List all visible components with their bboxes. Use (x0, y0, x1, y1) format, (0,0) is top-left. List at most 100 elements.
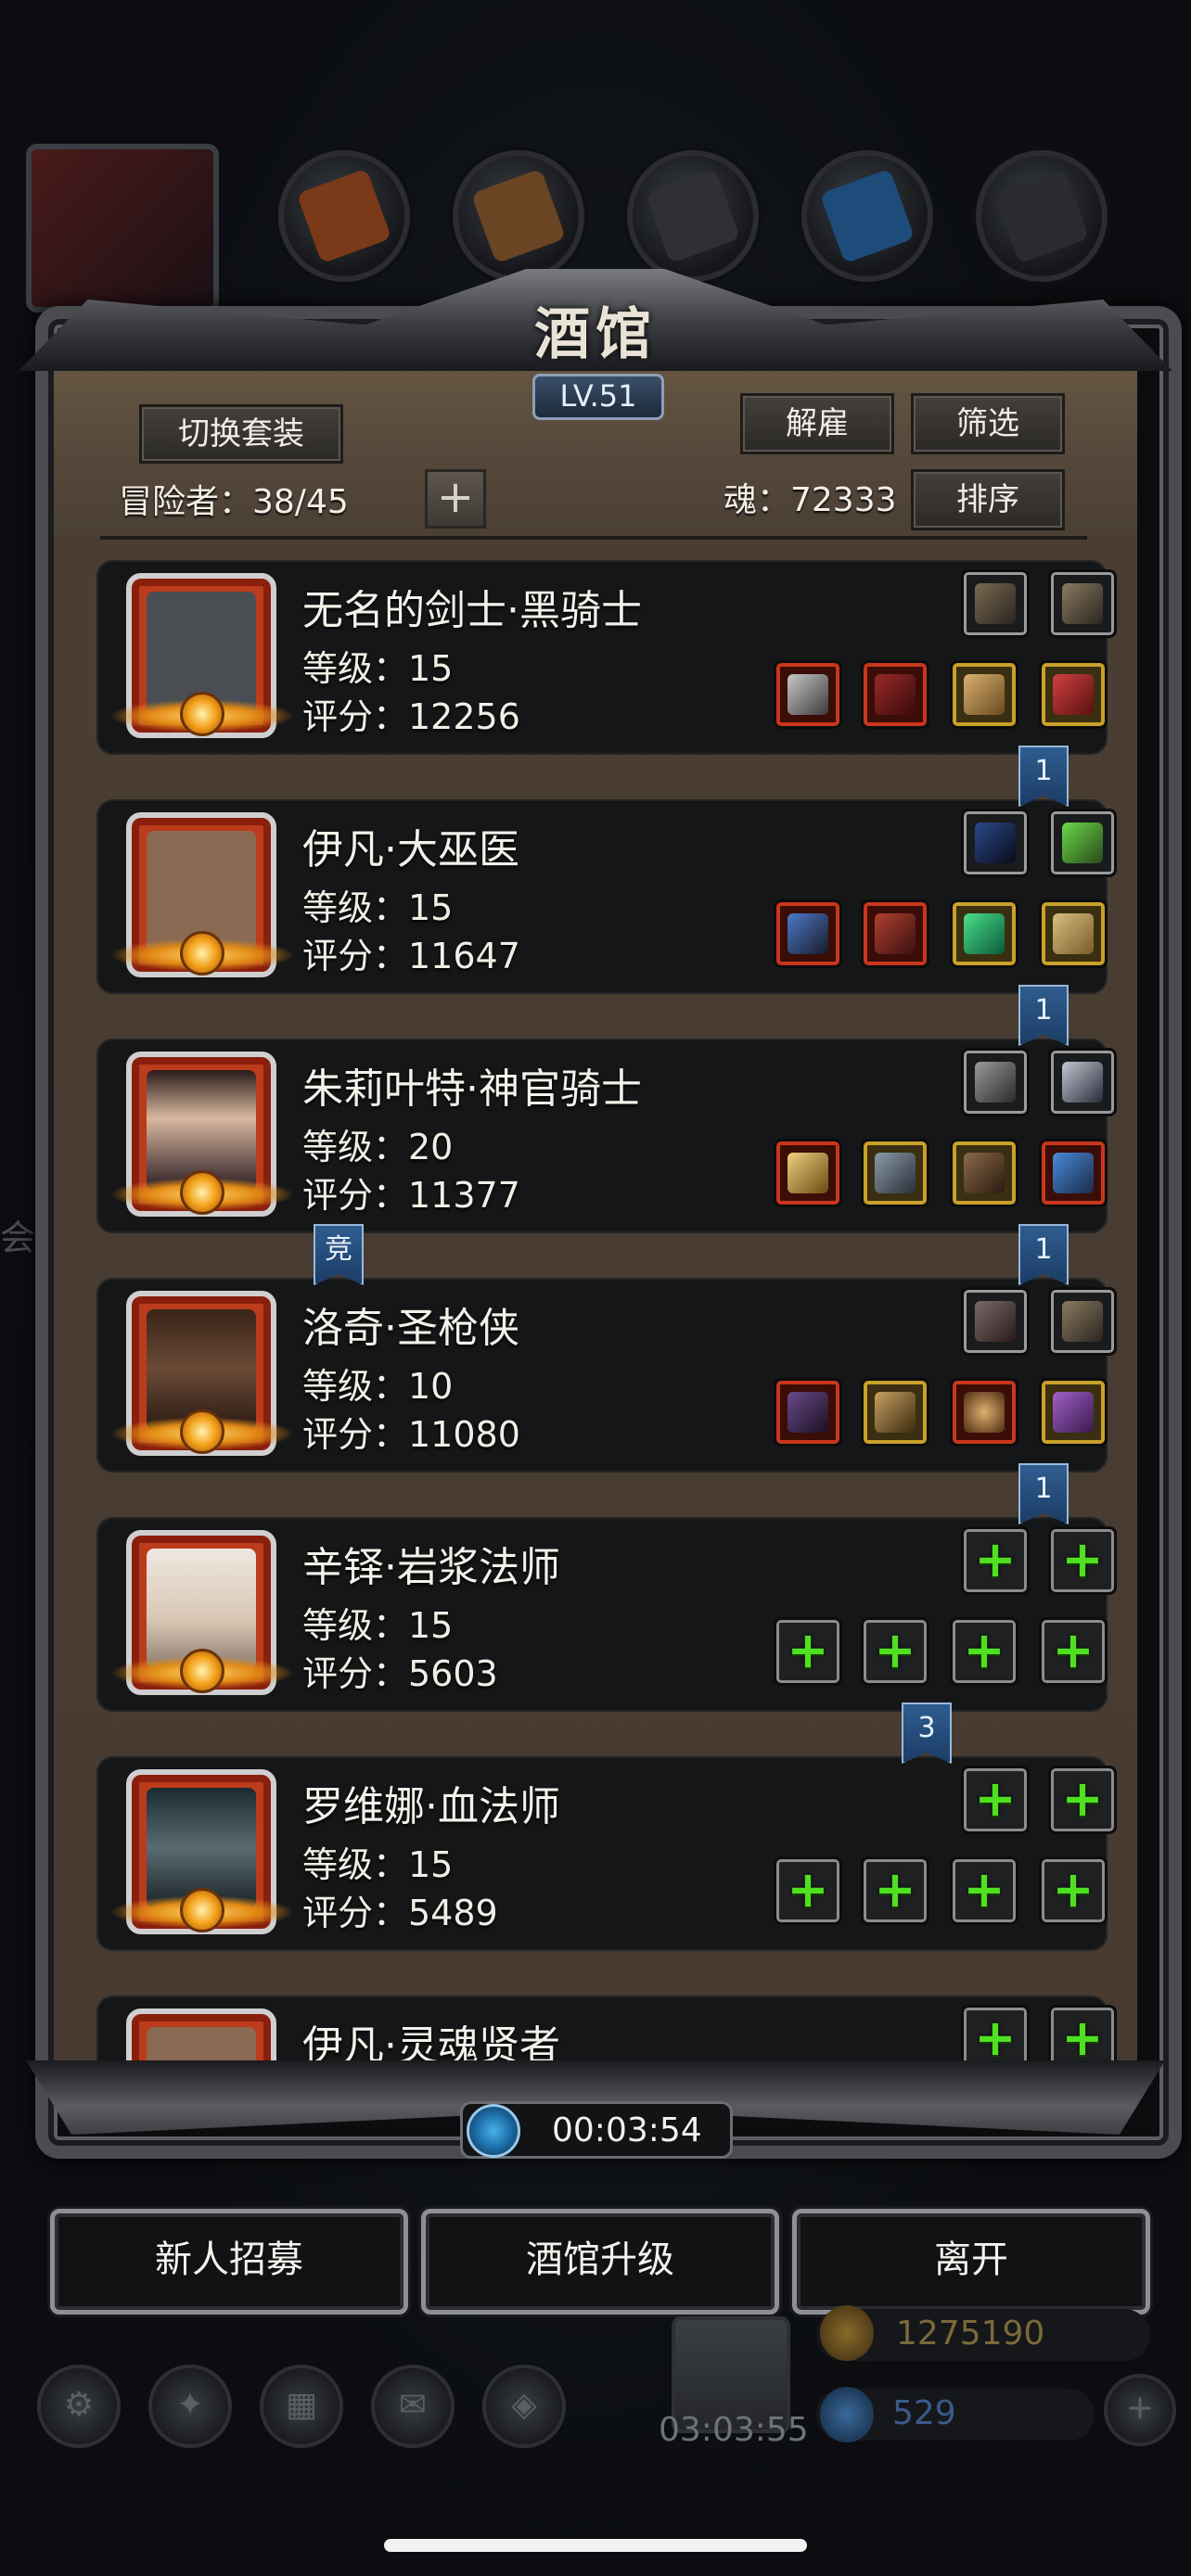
robe-icon[interactable] (861, 899, 929, 968)
hero-level: 等级：15 (302, 1844, 454, 1885)
helmet-icon[interactable] (950, 1139, 1018, 1207)
mask-icon[interactable] (961, 1048, 1030, 1116)
empty-accessory-slot[interactable]: + (1048, 1526, 1117, 1595)
gem-icon (820, 2387, 874, 2442)
rifle-icon[interactable] (774, 1378, 842, 1447)
rank-flag: 1 (1018, 1224, 1069, 1285)
resource-slot-2[interactable] (453, 150, 584, 282)
empty-weapon-slot[interactable]: + (774, 1856, 842, 1925)
empty-gem-slot[interactable]: + (950, 1856, 1018, 1925)
ring-icon[interactable] (1039, 1378, 1108, 1447)
rank-gem-icon (180, 1649, 224, 1693)
crossbow-icon[interactable] (1048, 569, 1117, 638)
settings-icon[interactable]: ⚙ (37, 2365, 121, 2448)
hero-level: 等级：10 (302, 1366, 454, 1407)
hero-card[interactable]: 辛铎·岩浆法师 等级：15 评分：5603 + + + + + + (96, 1517, 1117, 1712)
hero-score: 评分：11377 (302, 1175, 520, 1216)
recruit-button[interactable]: 新人招募 (50, 2209, 408, 2315)
plus-icon: + (1061, 1530, 1104, 1588)
resource-slot-5[interactable] (976, 150, 1108, 282)
empty-armor-slot[interactable]: + (861, 1856, 929, 1925)
plus-icon: + (787, 1621, 829, 1679)
adventurer-count: 冒险者：38/45 (119, 483, 349, 521)
hero-card[interactable]: 罗维娜·血法师 等级：15 评分：5489 + + + + + + (96, 1756, 1117, 1951)
home-indicator[interactable] (384, 2539, 807, 2552)
switch-set-button[interactable]: 切换套装 (139, 404, 343, 464)
hero-name: 伊凡·大巫医 (302, 826, 519, 874)
empty-gem-slot[interactable]: + (1039, 1617, 1108, 1686)
hero-level: 等级：15 (302, 887, 454, 928)
plus-icon: + (963, 1621, 1005, 1679)
empty-weapon-slot[interactable]: + (774, 1617, 842, 1686)
badge-icon[interactable]: ✦ (148, 2365, 232, 2448)
holy-symbol-icon[interactable] (1048, 1048, 1117, 1116)
plus-icon: + (974, 1769, 1017, 1828)
soul-count: 魂：72333 (724, 481, 897, 519)
staff-icon[interactable] (774, 899, 842, 968)
leave-button[interactable]: 离开 (792, 2209, 1150, 2315)
mail-icon[interactable]: ✉ (371, 2365, 455, 2448)
hero-card[interactable]: 洛奇·圣枪侠 等级：10 评分：11080 (96, 1278, 1117, 1473)
orb-icon[interactable] (950, 1378, 1018, 1447)
add-currency-button[interactable]: + (1104, 2374, 1176, 2446)
hero-card[interactable]: 朱莉叶特·神官骑士 等级：20 评分：11377 (96, 1039, 1117, 1233)
hero-score: 评分：12256 (302, 696, 520, 737)
empty-gem-slot[interactable]: + (1039, 1856, 1108, 1925)
resource-slot-3[interactable] (627, 150, 759, 282)
timer-text: 00:03:54 (552, 2111, 702, 2149)
shop-icon[interactable]: ▦ (260, 2365, 343, 2448)
plus-icon: + (874, 1860, 916, 1919)
chest-icon[interactable]: ◈ (482, 2365, 566, 2448)
whip-icon[interactable] (961, 809, 1030, 877)
plus-icon: + (787, 1860, 829, 1919)
empty-accessory-slot[interactable]: + (961, 1526, 1030, 1595)
rank-flag: 3 (902, 1702, 952, 1764)
warhammer-icon[interactable] (774, 1139, 842, 1207)
amulet-icon[interactable] (1039, 660, 1108, 729)
empty-accessory-slot[interactable]: + (1048, 1766, 1117, 1834)
hero-score: 评分：11080 (302, 1414, 520, 1455)
hero-level: 等级：15 (302, 648, 454, 689)
hero-level: 等级：15 (302, 1605, 454, 1646)
empty-accessory-slot[interactable]: + (961, 1766, 1030, 1834)
clock-icon (467, 2104, 520, 2158)
hero-card[interactable]: 伊凡·大巫医 等级：15 评分：11647 (96, 799, 1117, 994)
tome-icon[interactable] (950, 660, 1018, 729)
gift-timer: 03:03:55 (659, 2411, 809, 2449)
plus-icon: + (874, 1621, 916, 1679)
hero-score: 评分：5603 (302, 1653, 498, 1694)
emerald-icon[interactable] (950, 899, 1018, 968)
gauntlet-icon[interactable] (1039, 1139, 1108, 1207)
feather-icon[interactable] (961, 1287, 1030, 1356)
armor-icon[interactable] (861, 1139, 929, 1207)
add-capacity-button[interactable]: + (425, 469, 486, 529)
crossbow-icon[interactable] (1048, 1287, 1117, 1356)
player-portrait[interactable] (26, 144, 219, 312)
empty-gem-slot[interactable]: + (950, 1617, 1018, 1686)
dismiss-button[interactable]: 解雇 (740, 393, 894, 454)
empty-armor-slot[interactable]: + (861, 1617, 929, 1686)
pistol-icon[interactable] (961, 569, 1030, 638)
hero-name: 洛奇·圣枪侠 (302, 1305, 519, 1352)
greatsword-icon[interactable] (774, 660, 842, 729)
hero-list[interactable]: 无名的剑士·黑骑士 等级：15 评分：12256 伊凡·大巫医 等级：15 评分… (54, 543, 1137, 2073)
hero-name: 辛铎·岩浆法师 (302, 1544, 560, 1591)
header-divider (100, 536, 1087, 540)
sort-button[interactable]: 排序 (911, 469, 1065, 530)
rank-flag: 1 (1018, 1463, 1069, 1524)
spiked-armor-icon[interactable] (861, 1378, 929, 1447)
hero-score: 评分：11647 (302, 936, 520, 976)
refresh-timer: 00:03:54 (460, 2101, 733, 2159)
upgrade-tavern-button[interactable]: 酒馆升级 (421, 2209, 779, 2315)
resource-slot-1[interactable] (278, 150, 410, 282)
hero-name: 无名的剑士·黑骑士 (302, 587, 642, 634)
filter-button[interactable]: 筛选 (911, 393, 1065, 454)
plate-armor-icon[interactable] (861, 660, 929, 729)
scroll-icon[interactable] (1039, 899, 1108, 968)
page-title: 酒馆 (534, 302, 657, 367)
plus-icon: + (1052, 1860, 1095, 1919)
resource-slot-4[interactable] (801, 150, 933, 282)
plus-icon: + (963, 1860, 1005, 1919)
lantern-icon[interactable] (1048, 809, 1117, 877)
hero-card[interactable]: 无名的剑士·黑骑士 等级：15 评分：12256 (96, 560, 1117, 755)
